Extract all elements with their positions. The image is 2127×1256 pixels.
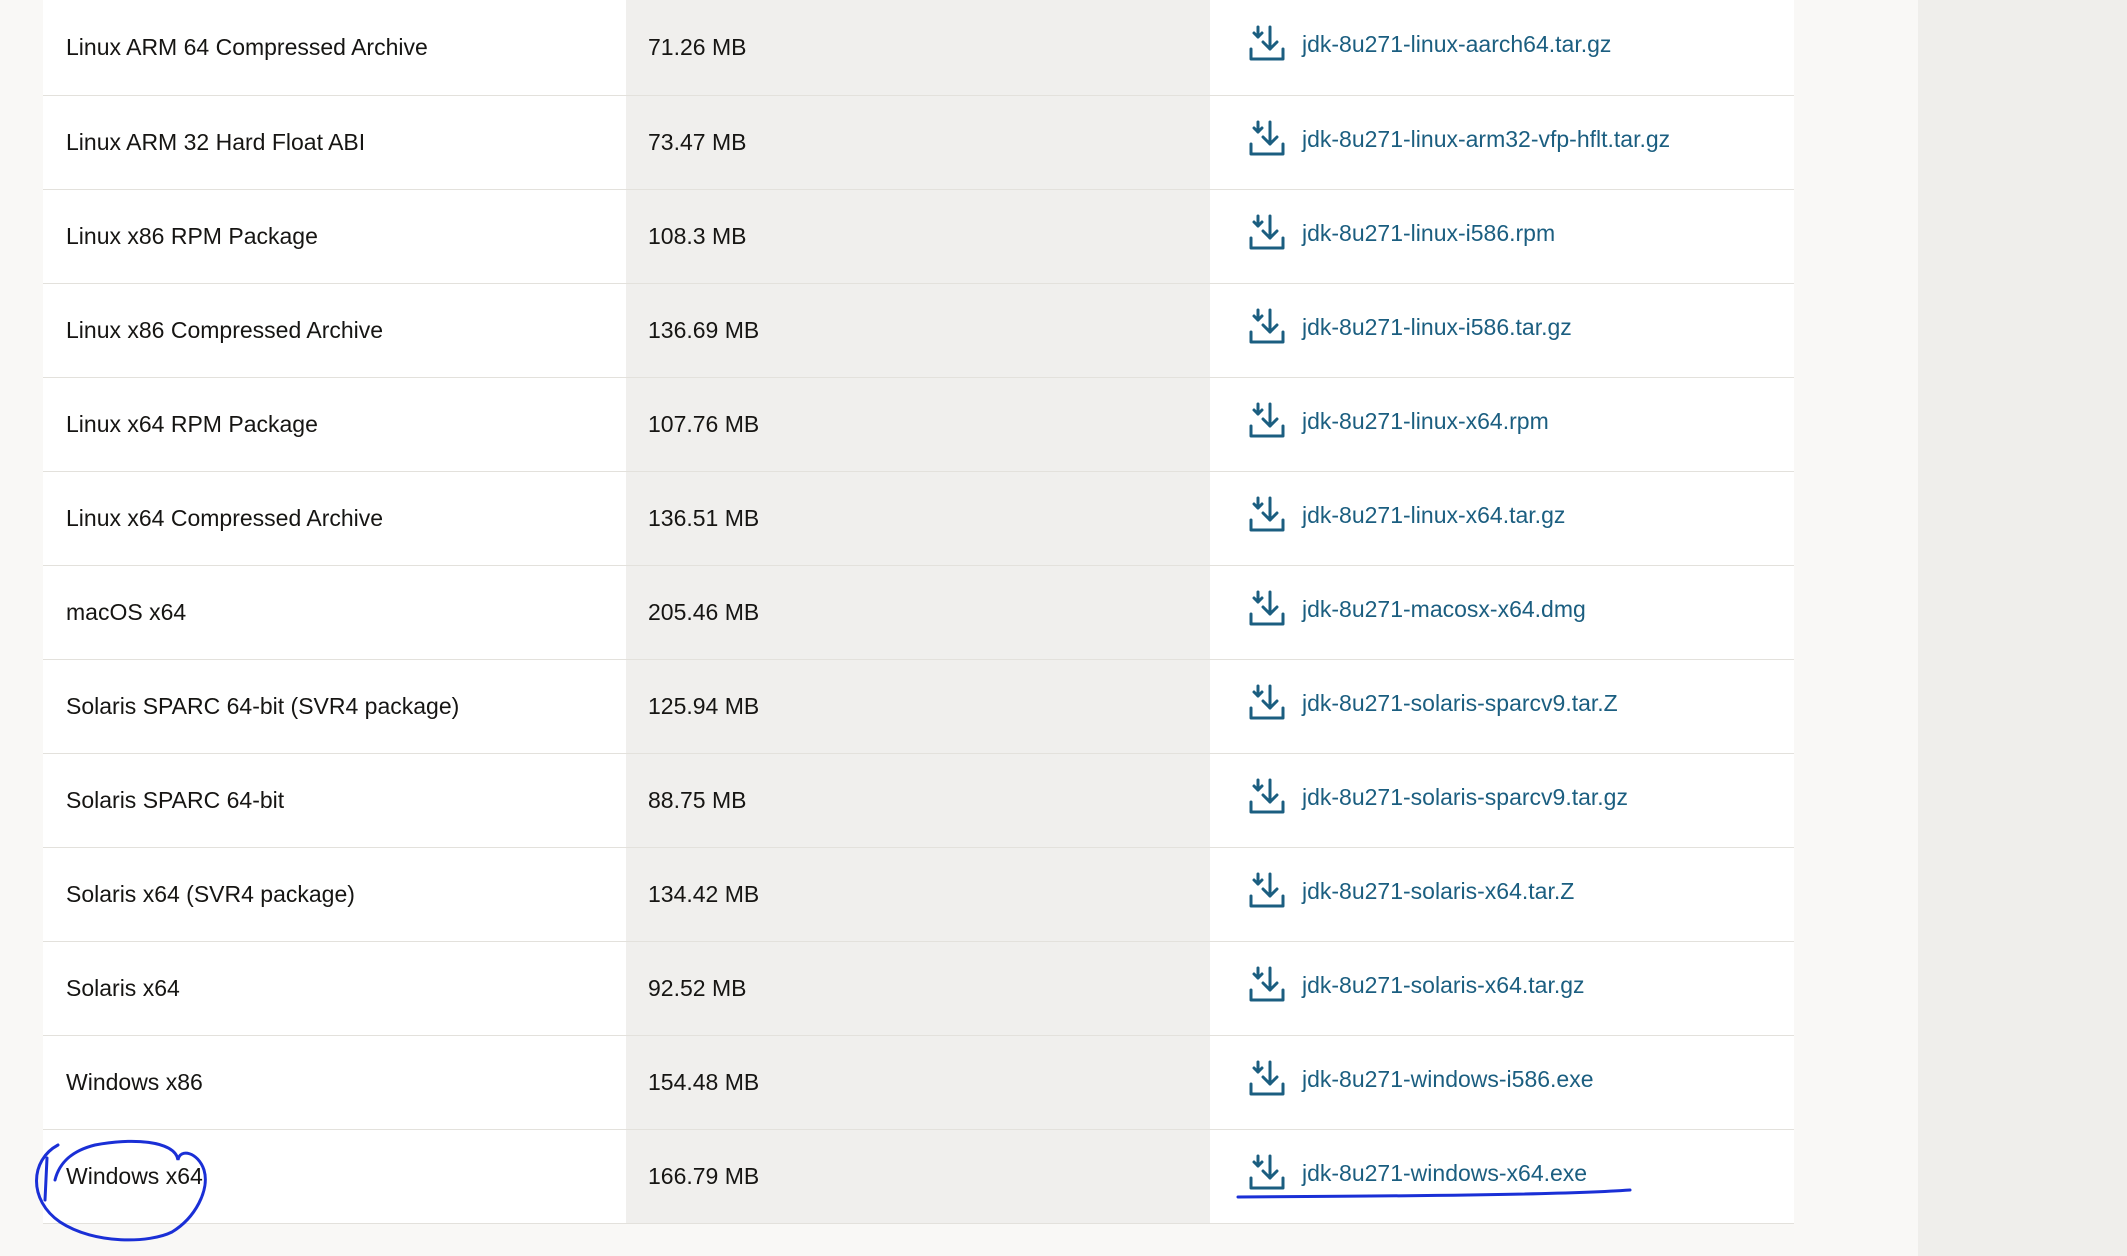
download-cell: jdk-8u271-solaris-sparcv9.tar.gz	[1210, 753, 1794, 848]
table-row: Linux ARM 32 Hard Float ABI 73.47 MB jdk…	[43, 95, 1794, 190]
file-size-cell: 134.42 MB	[626, 847, 1210, 942]
download-filename: jdk-8u271-linux-aarch64.tar.gz	[1302, 30, 1612, 57]
download-filename: jdk-8u271-solaris-x64.tar.gz	[1302, 971, 1585, 998]
download-icon	[1249, 308, 1285, 344]
download-cell: jdk-8u271-solaris-x64.tar.Z	[1210, 847, 1794, 942]
product-cell: Linux x64 RPM Package	[43, 377, 626, 472]
download-cell: jdk-8u271-macosx-x64.dmg	[1210, 565, 1794, 660]
downloads-table-body: Linux ARM 64 Compressed Archive 71.26 MB…	[43, 0, 1794, 1224]
download-cell: jdk-8u271-windows-i586.exe	[1210, 1035, 1794, 1130]
download-icon	[1249, 1154, 1285, 1190]
table-row: Linux x86 RPM Package 108.3 MB jdk-8u271…	[43, 189, 1794, 284]
download-link[interactable]: jdk-8u271-windows-i586.exe	[1248, 1060, 1594, 1098]
product-cell: Windows x64	[43, 1129, 626, 1224]
product-cell: Solaris x64 (SVR4 package)	[43, 847, 626, 942]
download-filename: jdk-8u271-linux-i586.tar.gz	[1302, 313, 1572, 340]
download-link[interactable]: jdk-8u271-windows-x64.exe	[1248, 1154, 1587, 1192]
download-cell: jdk-8u271-linux-x64.tar.gz	[1210, 471, 1794, 566]
download-link[interactable]: jdk-8u271-linux-arm32-vfp-hflt.tar.gz	[1248, 120, 1670, 158]
download-filename: jdk-8u271-linux-i586.rpm	[1302, 219, 1556, 246]
download-cell: jdk-8u271-linux-x64.rpm	[1210, 377, 1794, 472]
file-size-cell: 136.51 MB	[626, 471, 1210, 566]
product-cell: Solaris x64	[43, 941, 626, 1036]
download-icon	[1249, 120, 1285, 156]
download-filename: jdk-8u271-linux-arm32-vfp-hflt.tar.gz	[1302, 125, 1671, 152]
file-size-cell: 125.94 MB	[626, 659, 1210, 754]
download-link[interactable]: jdk-8u271-linux-i586.tar.gz	[1248, 308, 1572, 346]
download-icon	[1249, 966, 1285, 1002]
downloads-table: Linux ARM 64 Compressed Archive 71.26 MB…	[43, 0, 1794, 1224]
table-row: Solaris SPARC 64-bit 88.75 MB jdk-8u271-…	[43, 753, 1794, 848]
table-row: Solaris SPARC 64-bit (SVR4 package) 125.…	[43, 659, 1794, 754]
download-icon	[1249, 778, 1285, 814]
download-link[interactable]: jdk-8u271-macosx-x64.dmg	[1248, 590, 1586, 628]
download-icon	[1249, 496, 1285, 532]
product-cell: Solaris SPARC 64-bit	[43, 753, 626, 848]
download-filename: jdk-8u271-macosx-x64.dmg	[1302, 595, 1586, 622]
download-icon	[1249, 1060, 1285, 1096]
right-gutter	[1918, 0, 2127, 1256]
download-link[interactable]: jdk-8u271-linux-aarch64.tar.gz	[1248, 25, 1611, 63]
download-icon	[1249, 25, 1285, 61]
product-cell: Linux x86 Compressed Archive	[43, 283, 626, 378]
download-icon	[1249, 214, 1285, 250]
file-size-cell: 88.75 MB	[626, 753, 1210, 848]
table-row: macOS x64 205.46 MB jdk-8u271-macosx-x64…	[43, 565, 1794, 660]
product-cell: Solaris SPARC 64-bit (SVR4 package)	[43, 659, 626, 754]
file-size-cell: 71.26 MB	[626, 0, 1210, 96]
download-icon	[1249, 590, 1285, 626]
download-filename: jdk-8u271-windows-i586.exe	[1302, 1065, 1594, 1092]
file-size-cell: 107.76 MB	[626, 377, 1210, 472]
download-link[interactable]: jdk-8u271-linux-x64.rpm	[1248, 402, 1549, 440]
product-cell: Linux x86 RPM Package	[43, 189, 626, 284]
product-cell: Linux ARM 32 Hard Float ABI	[43, 95, 626, 190]
product-cell: macOS x64	[43, 565, 626, 660]
download-cell: jdk-8u271-linux-i586.tar.gz	[1210, 283, 1794, 378]
table-row: Solaris x64 (SVR4 package) 134.42 MB jdk…	[43, 847, 1794, 942]
download-cell: jdk-8u271-linux-aarch64.tar.gz	[1210, 0, 1794, 96]
download-filename: jdk-8u271-windows-x64.exe	[1302, 1159, 1588, 1186]
download-cell: jdk-8u271-windows-x64.exe	[1210, 1129, 1794, 1224]
table-row: Linux x64 Compressed Archive 136.51 MB j…	[43, 471, 1794, 566]
download-filename: jdk-8u271-solaris-x64.tar.Z	[1302, 877, 1575, 904]
download-link[interactable]: jdk-8u271-linux-x64.tar.gz	[1248, 496, 1565, 534]
table-row: Linux x86 Compressed Archive 136.69 MB j…	[43, 283, 1794, 378]
table-row: Linux ARM 64 Compressed Archive 71.26 MB…	[43, 0, 1794, 96]
download-link[interactable]: jdk-8u271-solaris-sparcv9.tar.Z	[1248, 684, 1618, 722]
download-link[interactable]: jdk-8u271-solaris-sparcv9.tar.gz	[1248, 778, 1628, 816]
download-filename: jdk-8u271-solaris-sparcv9.tar.gz	[1302, 783, 1628, 810]
table-row: Solaris x64 92.52 MB jdk-8u271-solaris-x…	[43, 941, 1794, 1036]
download-cell: jdk-8u271-linux-i586.rpm	[1210, 189, 1794, 284]
file-size-cell: 108.3 MB	[626, 189, 1210, 284]
download-filename: jdk-8u271-solaris-sparcv9.tar.Z	[1302, 689, 1618, 716]
download-link[interactable]: jdk-8u271-linux-i586.rpm	[1248, 214, 1555, 252]
product-cell: Linux x64 Compressed Archive	[43, 471, 626, 566]
table-row: Windows x86 154.48 MB jdk-8u271-windows-…	[43, 1035, 1794, 1130]
download-link[interactable]: jdk-8u271-solaris-x64.tar.Z	[1248, 872, 1574, 910]
download-filename: jdk-8u271-linux-x64.tar.gz	[1302, 501, 1566, 528]
file-size-cell: 92.52 MB	[626, 941, 1210, 1036]
file-size-cell: 166.79 MB	[626, 1129, 1210, 1224]
download-cell: jdk-8u271-solaris-x64.tar.gz	[1210, 941, 1794, 1036]
download-link[interactable]: jdk-8u271-solaris-x64.tar.gz	[1248, 966, 1585, 1004]
download-cell: jdk-8u271-solaris-sparcv9.tar.Z	[1210, 659, 1794, 754]
file-size-cell: 136.69 MB	[626, 283, 1210, 378]
file-size-cell: 205.46 MB	[626, 565, 1210, 660]
product-cell: Windows x86	[43, 1035, 626, 1130]
download-filename: jdk-8u271-linux-x64.rpm	[1302, 407, 1549, 434]
table-row: Windows x64 166.79 MB jdk-8u271-windows-…	[43, 1129, 1794, 1224]
product-cell: Linux ARM 64 Compressed Archive	[43, 0, 626, 96]
download-icon	[1249, 872, 1285, 908]
file-size-cell: 154.48 MB	[626, 1035, 1210, 1130]
table-row: Linux x64 RPM Package 107.76 MB jdk-8u27…	[43, 377, 1794, 472]
download-icon	[1249, 402, 1285, 438]
file-size-cell: 73.47 MB	[626, 95, 1210, 190]
download-cell: jdk-8u271-linux-arm32-vfp-hflt.tar.gz	[1210, 95, 1794, 190]
download-icon	[1249, 684, 1285, 720]
